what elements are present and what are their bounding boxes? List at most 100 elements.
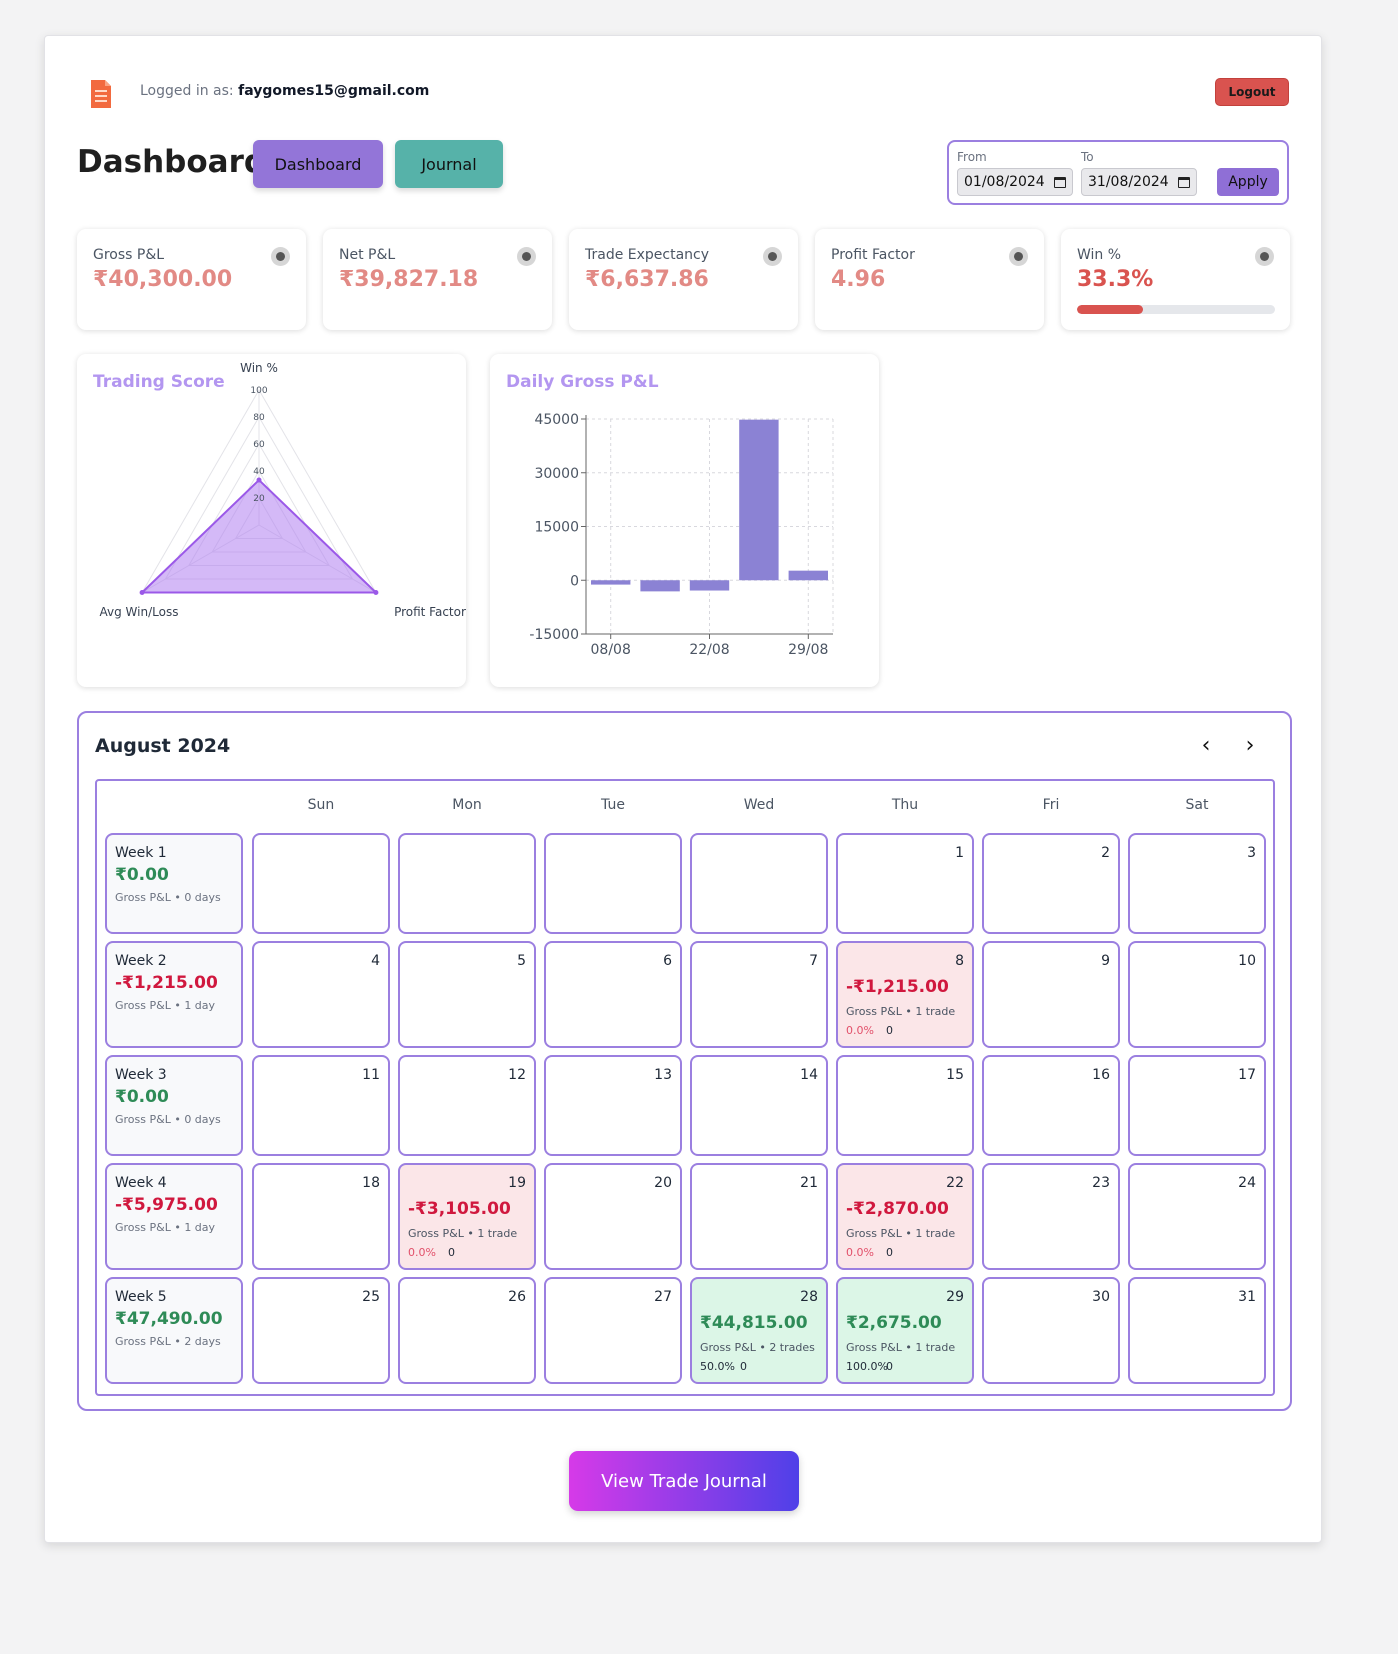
stat-card-win-percent: Win % 33.3%: [1061, 229, 1290, 330]
day-number: 10: [1238, 953, 1256, 969]
calendar-day-4[interactable]: 4: [252, 941, 390, 1048]
calendar-day-31[interactable]: 31: [1128, 1277, 1266, 1384]
calendar-day-21[interactable]: 21: [690, 1163, 828, 1270]
calendar-day-29[interactable]: 29 ₹2,675.00 Gross P&L • 1 trade 100.0% 0: [836, 1277, 974, 1384]
logout-button[interactable]: Logout: [1215, 78, 1289, 106]
calendar-day-9[interactable]: 9: [982, 941, 1120, 1048]
calendar-day-23[interactable]: 23: [982, 1163, 1120, 1270]
calendar-day-17[interactable]: 17: [1128, 1055, 1266, 1156]
to-date-input[interactable]: 31/08/2024: [1081, 168, 1197, 196]
day-number: 31: [1238, 1289, 1256, 1305]
radar-axis-label: Avg Win/Loss: [100, 605, 179, 619]
week-pnl: -₹1,215.00: [115, 973, 218, 993]
next-month-button[interactable]: ›: [1238, 733, 1262, 758]
calendar-day-22[interactable]: 22 -₹2,870.00 Gross P&L • 1 trade 0.0% 0: [836, 1163, 974, 1270]
calendar-day-15[interactable]: 15: [836, 1055, 974, 1156]
day-subtitle: Gross P&L • 1 trade: [846, 1341, 956, 1354]
week-summary-cell: Week 1 ₹0.00 Gross P&L • 0 days: [105, 833, 243, 934]
calendar-day-26[interactable]: 26: [398, 1277, 536, 1384]
week-subtitle: Gross P&L • 2 days: [115, 1335, 221, 1348]
day-win-rate: 0.0%: [846, 1246, 874, 1259]
pnl-calendar: August 2024 ‹ › Sun Mon Tue Wed Thu Fri Sat Wee…: [77, 711, 1292, 1411]
calendar-day-1[interactable]: 1: [836, 833, 974, 934]
stat-card-trade-expectancy: Trade Expectancy ₹6,637.86: [569, 229, 798, 330]
day-subtitle: Gross P&L • 2 trades: [700, 1341, 815, 1354]
calendar-day-7[interactable]: 7: [690, 941, 828, 1048]
day-number: 8: [955, 953, 964, 969]
calendar-day-8[interactable]: 8 -₹1,215.00 Gross P&L • 1 trade 0.0% 0: [836, 941, 974, 1048]
day-number: 11: [362, 1067, 380, 1083]
y-tick-label: 15000: [534, 520, 579, 536]
calendar-day-30[interactable]: 30: [982, 1277, 1120, 1384]
from-date-input[interactable]: 01/08/2024: [957, 168, 1073, 196]
week-subtitle: Gross P&L • 1 day: [115, 999, 216, 1012]
week-label: Week 3: [115, 1067, 167, 1083]
calendar-grid: Sun Mon Tue Wed Thu Fri Sat Week 1 ₹0.00 Gross P&…: [95, 779, 1275, 1396]
calendar-day-empty: [544, 833, 682, 934]
day-number: 23: [1092, 1175, 1110, 1191]
day-pnl: -₹2,870.00: [846, 1199, 949, 1219]
calendar-day-20[interactable]: 20: [544, 1163, 682, 1270]
week-subtitle: Gross P&L • 0 days: [115, 1113, 221, 1126]
info-icon[interactable]: [1255, 247, 1274, 266]
calendar-day-19[interactable]: 19 -₹3,105.00 Gross P&L • 1 trade 0.0% 0: [398, 1163, 536, 1270]
stat-card-profit-factor: Profit Factor 4.96: [815, 229, 1044, 330]
bar-29-08: [788, 570, 828, 581]
day-count: 0: [886, 1246, 893, 1259]
calendar-day-25[interactable]: 25: [252, 1277, 390, 1384]
stat-value: 33.3%: [1077, 267, 1154, 292]
calendar-day-13[interactable]: 13: [544, 1055, 682, 1156]
day-number: 30: [1092, 1289, 1110, 1305]
week-pnl: ₹47,490.00: [115, 1309, 223, 1329]
info-icon[interactable]: [1009, 247, 1028, 266]
radar-axis-label: Win %: [240, 361, 278, 375]
win-progress-bar: [1077, 305, 1275, 314]
calendar-day-24[interactable]: 24: [1128, 1163, 1266, 1270]
day-count: 0: [886, 1360, 893, 1373]
weekday-header-thu: Thu: [891, 797, 919, 813]
calendar-day-18[interactable]: 18: [252, 1163, 390, 1270]
calendar-day-12[interactable]: 12: [398, 1055, 536, 1156]
calendar-month-title: August 2024: [95, 735, 231, 757]
info-icon[interactable]: [271, 247, 290, 266]
weekday-header-tue: Tue: [601, 797, 625, 813]
calendar-day-2[interactable]: 2: [982, 833, 1120, 934]
day-pnl: -₹1,215.00: [846, 977, 949, 997]
calendar-day-28[interactable]: 28 ₹44,815.00 Gross P&L • 2 trades 50.0% 0: [690, 1277, 828, 1384]
daily-pnl-card: Daily Gross P&L -15000 0 15000 30000 45000 08…: [490, 354, 879, 687]
dashboard-panel: Logged in as: faygomes15@gmail.com Logou…: [44, 35, 1322, 1543]
bar-28-08: [739, 419, 779, 581]
bar-08-08: [591, 580, 631, 585]
view-trade-journal-button[interactable]: View Trade Journal: [569, 1451, 799, 1511]
journal-nav-button[interactable]: Journal: [395, 140, 503, 188]
calendar-day-5[interactable]: 5: [398, 941, 536, 1048]
stat-value: ₹39,827.18: [339, 267, 479, 292]
apply-button[interactable]: Apply: [1217, 168, 1279, 196]
calendar-day-3[interactable]: 3: [1128, 833, 1266, 934]
dashboard-nav-button[interactable]: Dashboard: [253, 140, 383, 188]
calendar-icon[interactable]: [1054, 177, 1066, 188]
prev-month-button[interactable]: ‹: [1194, 733, 1218, 758]
calendar-day-16[interactable]: 16: [982, 1055, 1120, 1156]
calendar-day-10[interactable]: 10: [1128, 941, 1266, 1048]
stat-value: ₹40,300.00: [93, 267, 233, 292]
week-pnl: ₹0.00: [115, 865, 169, 885]
radar-tick-label: 60: [253, 440, 265, 450]
radar-tick-label: 100: [250, 386, 267, 396]
week-pnl: ₹0.00: [115, 1087, 169, 1107]
info-icon[interactable]: [763, 247, 782, 266]
y-tick-label: -15000: [529, 627, 579, 643]
stat-label: Win %: [1077, 247, 1122, 263]
calendar-icon[interactable]: [1178, 177, 1190, 188]
day-number: 18: [362, 1175, 380, 1191]
calendar-day-6[interactable]: 6: [544, 941, 682, 1048]
info-icon[interactable]: [517, 247, 536, 266]
radar-point: [139, 590, 145, 595]
to-date-value: 31/08/2024: [1088, 174, 1169, 190]
radar-tick-label: 80: [253, 413, 265, 423]
from-date-value: 01/08/2024: [964, 174, 1045, 190]
calendar-day-14[interactable]: 14: [690, 1055, 828, 1156]
calendar-day-27[interactable]: 27: [544, 1277, 682, 1384]
day-pnl: ₹2,675.00: [846, 1313, 942, 1333]
calendar-day-11[interactable]: 11: [252, 1055, 390, 1156]
